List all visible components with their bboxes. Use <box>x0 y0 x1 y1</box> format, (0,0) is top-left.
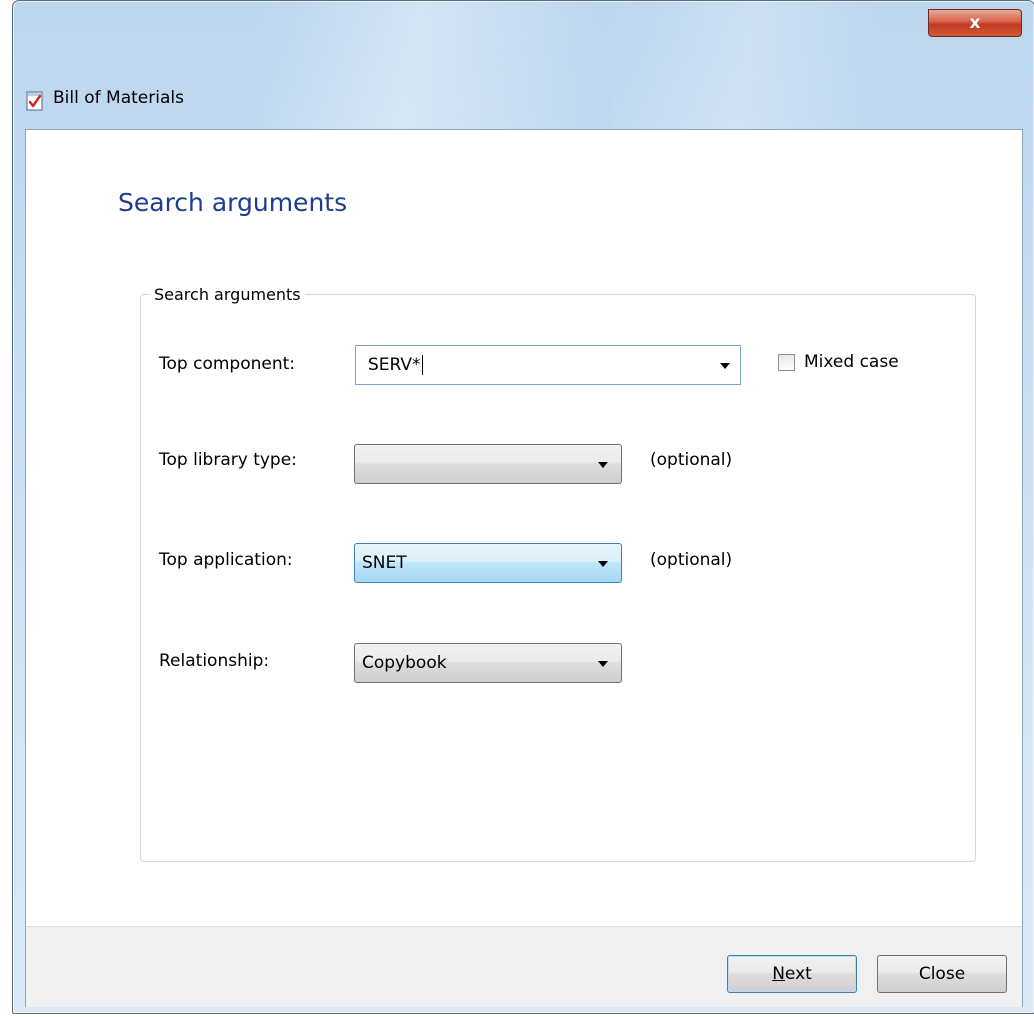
relationship-label: Relationship: <box>159 651 270 671</box>
chevron-down-icon[interactable] <box>720 363 730 369</box>
next-button[interactable]: Next <box>727 955 857 993</box>
window-close-button[interactable]: x <box>928 9 1022 37</box>
group-legend: Search arguments <box>150 285 305 304</box>
dialog-client-area: Search arguments Search arguments Top co… <box>25 129 1023 1007</box>
top-component-label: Top component: <box>159 354 295 374</box>
window-title: Bill of Materials <box>53 88 184 108</box>
top-library-type-label: Top library type: <box>159 450 297 470</box>
chevron-down-icon <box>598 661 608 667</box>
top-library-type-hint: (optional) <box>650 450 733 470</box>
close-button[interactable]: Close <box>877 955 1007 993</box>
dialog-footer: Next Close <box>26 926 1022 1007</box>
top-application-label: Top application: <box>159 550 293 570</box>
page-title: Search arguments <box>118 188 348 217</box>
mixed-case-label[interactable]: Mixed case <box>804 352 899 372</box>
mixed-case-checkbox[interactable] <box>778 354 795 371</box>
top-application-hint: (optional) <box>650 550 733 570</box>
top-library-type-select[interactable] <box>354 444 622 484</box>
dialog-window: x Bill of Materials Search arguments Sea… <box>12 0 1034 1014</box>
checklist-icon <box>26 91 43 111</box>
top-application-value: SNET <box>362 553 407 573</box>
close-icon: x <box>969 13 981 33</box>
relationship-select[interactable]: Copybook <box>354 643 622 683</box>
chevron-down-icon <box>598 561 608 567</box>
top-application-select[interactable]: SNET <box>354 543 622 583</box>
top-component-input[interactable]: SERV* <box>368 355 423 375</box>
chevron-down-icon <box>598 462 608 468</box>
relationship-value: Copybook <box>362 653 447 673</box>
top-component-combobox[interactable]: SERV* <box>355 345 741 385</box>
